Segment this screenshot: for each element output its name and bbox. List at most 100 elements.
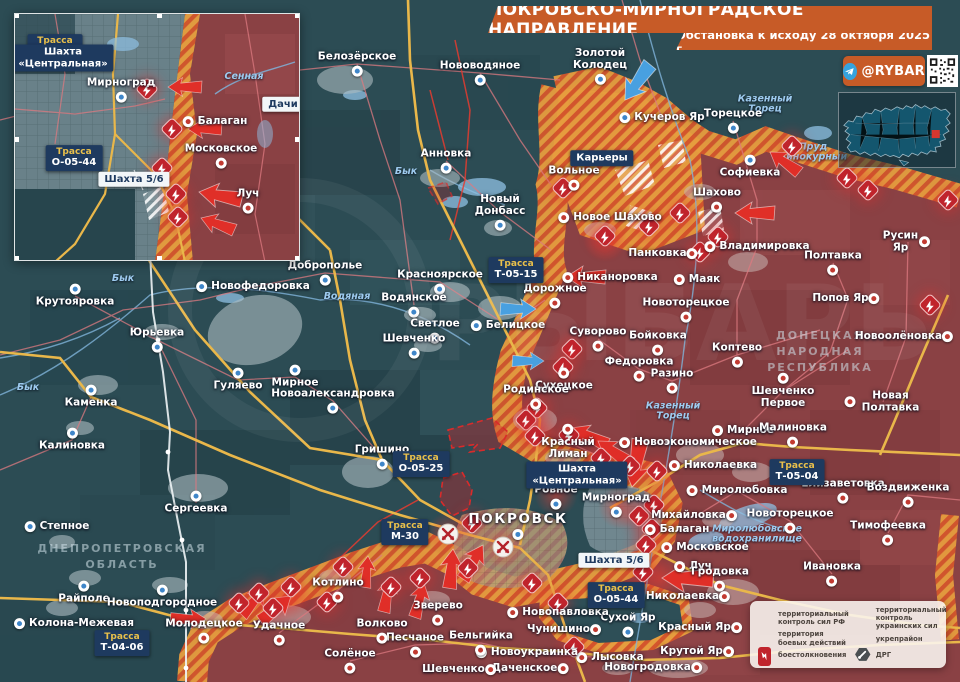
settlement-dot — [191, 491, 202, 502]
battle-icon — [437, 523, 459, 545]
fortified-line-icon — [855, 631, 871, 646]
road-word: Трасса — [399, 453, 444, 463]
settlement-name: Водянское — [381, 293, 446, 305]
settlement-name: Воздвиженка — [867, 483, 950, 495]
settlement-dot — [623, 626, 634, 637]
settlement-name: Анновка — [421, 149, 472, 161]
settlement-name: Бельгийка — [449, 631, 513, 643]
settlement-dot — [633, 370, 644, 381]
settlement-dot — [680, 311, 691, 322]
settlement-name: Новый Донбасс — [475, 194, 526, 218]
legend-item-rf-control: территориальный контроль сил РФ — [757, 606, 849, 630]
mirnograd-inset-map: МирноградБалаганМосковскоеЛучСеннаяТрасс… — [14, 13, 300, 261]
settlement-label: Новофедоровка — [196, 281, 310, 293]
legend-item-ua-control: территориальный контроль украинских сил — [855, 606, 947, 630]
settlement-dot — [152, 341, 163, 352]
settlement-dot — [198, 632, 209, 643]
water-label: Сенная — [224, 72, 263, 82]
settlement-dot — [14, 619, 25, 630]
settlement-name: Гуляево — [214, 381, 263, 393]
clash-icon — [562, 635, 586, 659]
settlement-label: Бельгийка — [449, 631, 513, 656]
settlement-name: Миролюбовка — [702, 485, 788, 497]
settlement-dot — [25, 522, 36, 533]
settlement-dot — [827, 575, 838, 586]
inset-handle — [14, 13, 19, 18]
settlement-dot — [661, 543, 672, 554]
place-callout: Шахта 5/6 — [578, 553, 649, 568]
settlement-label: Степное — [25, 521, 90, 533]
road-number: Т-05-04 — [776, 471, 819, 483]
settlement-name: Крутояровка — [36, 297, 115, 309]
settlement-name: Каменка — [65, 398, 118, 410]
rybar-brand-badge: @RYBAR — [843, 56, 925, 86]
clashes-icon — [757, 647, 773, 662]
settlement-label: Солёное — [324, 649, 375, 674]
settlement-name: Сергеевка — [165, 504, 228, 516]
settlement-label: Песчаное — [386, 633, 444, 658]
clash-icon — [520, 571, 544, 595]
settlement-name: Нововодяное — [440, 61, 521, 73]
settlement-dot — [216, 157, 227, 168]
legend-item-clashes: боестолкновения — [757, 647, 849, 663]
settlement-name: Волково — [356, 619, 407, 631]
telegram-icon — [843, 63, 857, 80]
settlement-name: Шевченко — [383, 334, 446, 346]
settlement-name: Солёное — [324, 649, 375, 661]
settlement-label: Мирное — [272, 365, 319, 390]
settlement-label: Юрьевка — [130, 328, 184, 353]
settlement-dot — [430, 332, 441, 343]
settlement-dot — [432, 614, 443, 625]
place-callout: Шахта «Центральная» — [526, 462, 627, 489]
road-word: Трасса — [495, 259, 538, 269]
rf-control-icon — [757, 611, 773, 626]
settlement-dot — [731, 623, 742, 634]
settlement-label: Шевченко — [422, 664, 500, 676]
settlement-label: Чунишино — [527, 624, 605, 636]
water-label: Бык — [17, 383, 39, 393]
settlement-dot — [115, 91, 126, 102]
settlement-label: Новоукраинка — [476, 647, 578, 659]
settlement-dot — [289, 365, 300, 376]
settlement-dot — [719, 592, 730, 603]
ukraine-overview-minimap — [838, 92, 956, 168]
settlement-label: Калиновка — [39, 428, 105, 453]
settlement-dot — [869, 294, 880, 305]
settlement-name: Шевченко — [422, 664, 485, 676]
settlement-dot — [66, 428, 77, 439]
road-word: Трасса — [594, 584, 639, 594]
settlement-label: Мирное — [712, 425, 774, 437]
clash-icon — [835, 166, 859, 190]
road-number: О-05-44 — [594, 594, 639, 606]
clash-icon — [706, 225, 730, 249]
settlement-name: Красноярское — [397, 270, 483, 282]
road-label: ТрассаО-05-25 — [393, 451, 450, 477]
settlement-name: Тимофеевка — [850, 521, 926, 533]
settlement-name: Мирное — [727, 425, 774, 437]
settlement-label: Бойковка — [629, 331, 687, 356]
settlement-dot — [827, 264, 838, 275]
settlement-name: Коптево — [712, 343, 762, 355]
settlement-dot — [845, 397, 856, 408]
settlement-label: Московское — [185, 144, 258, 169]
settlement-name: Даченское — [492, 663, 558, 675]
drg-icon — [855, 647, 871, 662]
inset-handle — [295, 137, 300, 142]
settlement-name: Ивановка — [803, 562, 861, 574]
road-word: Трасса — [101, 632, 144, 642]
settlement-name: Новоторецкое — [642, 298, 729, 310]
settlement-name: Юрьевка — [130, 328, 184, 340]
settlement-name: Новоторецкое — [746, 509, 833, 521]
map-legend: территориальный контроль сил РФ территор… — [750, 601, 946, 668]
settlement-dot — [476, 648, 487, 659]
attack-arrow-blue — [583, 86, 667, 114]
clash-icon — [918, 293, 942, 317]
settlement-name: Новоалександровка — [271, 389, 395, 401]
settlement-dot — [558, 213, 569, 224]
settlement-name: Лысовка — [591, 652, 644, 664]
road-number: О-05-25 — [399, 463, 444, 475]
settlement-dot — [593, 340, 604, 351]
road-label: ТрассаТ-05-04 — [770, 459, 825, 485]
settlement-dot — [485, 665, 496, 676]
settlement-dot — [507, 608, 518, 619]
